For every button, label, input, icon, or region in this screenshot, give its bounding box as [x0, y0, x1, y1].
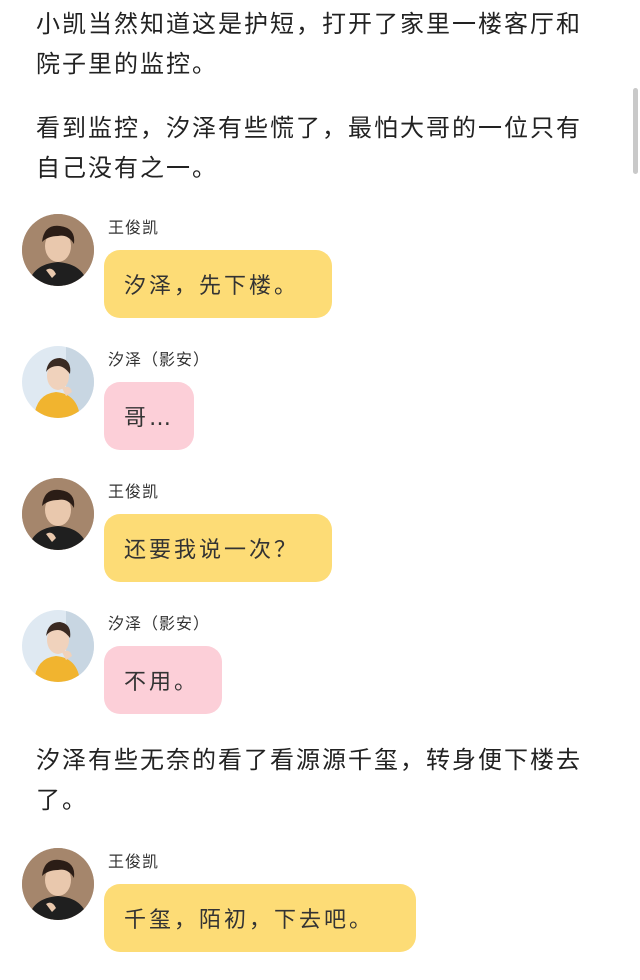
speaker-name: 汐泽（影安）: [108, 350, 211, 369]
narration-paragraph: 小凯当然知道这是护短，打开了家里一楼客厅和院子里的监控。: [36, 10, 582, 78]
speaker-name: 汐泽（影安）: [108, 614, 211, 633]
message-bubble: 哥…: [104, 382, 194, 450]
speaker-name: 王俊凯: [108, 852, 160, 871]
speaker-name: 王俊凯: [108, 218, 160, 237]
narration-paragraph: 汐泽有些无奈的看了看源源千玺，转身便下楼去了。: [36, 746, 582, 814]
scrollbar[interactable]: [633, 88, 638, 174]
avatar-wang-icon[interactable]: [22, 478, 94, 550]
avatar-wang-icon[interactable]: [22, 214, 94, 286]
narration-paragraph: 看到监控，汐泽有些慌了，最怕大哥的一位只有自己没有之一。: [36, 114, 582, 182]
message-bubble: 汐泽，先下楼。: [104, 250, 332, 318]
avatar-xize-icon[interactable]: [22, 346, 94, 418]
avatar-xize-icon[interactable]: [22, 610, 94, 682]
message-bubble: 千玺，陌初，下去吧。: [104, 884, 416, 952]
message-bubble: 不用。: [104, 646, 222, 714]
speaker-name: 王俊凯: [108, 482, 160, 501]
novel-chat-page: 小凯当然知道这是护短，打开了家里一楼客厅和院子里的监控。 看到监控，汐泽有些慌了…: [0, 0, 640, 980]
message-bubble: 还要我说一次？: [104, 514, 332, 582]
avatar-wang-icon[interactable]: [22, 848, 94, 920]
